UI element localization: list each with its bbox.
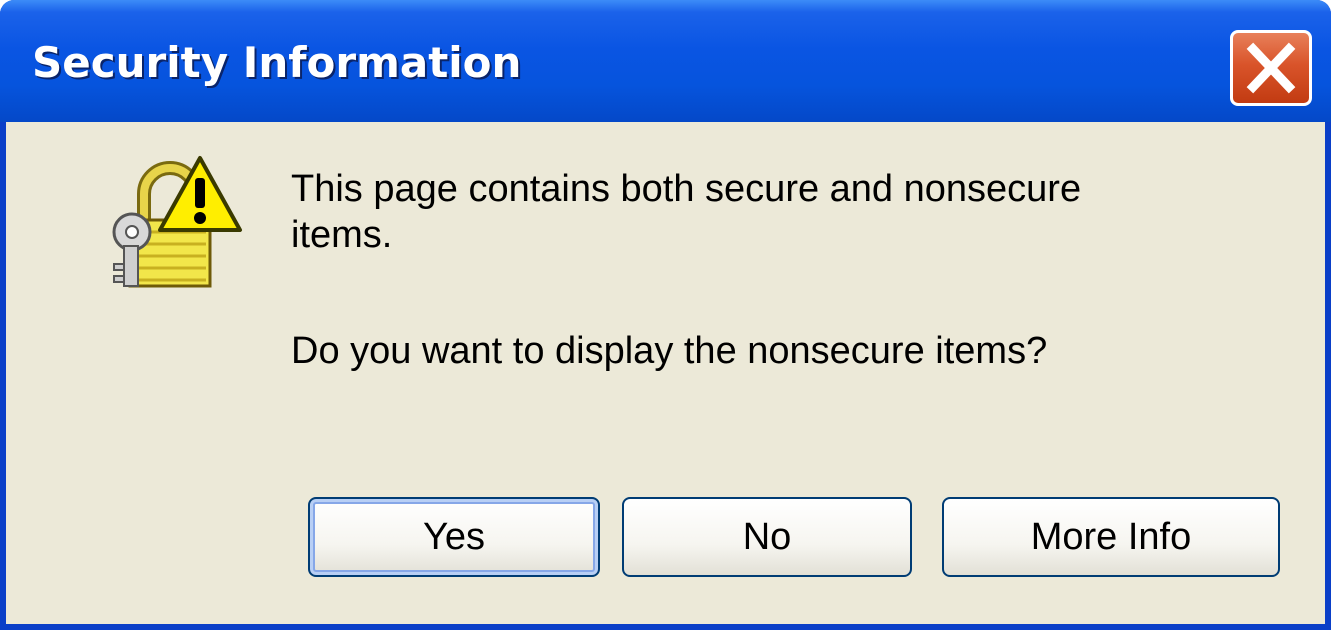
dialog-body: This page contains both secure and nonse…	[6, 122, 1325, 624]
no-button[interactable]: No	[622, 497, 912, 577]
close-button[interactable]	[1230, 30, 1312, 106]
question-text: Do you want to display the nonsecure ite…	[291, 330, 1048, 372]
window-title: Security Information	[32, 38, 522, 87]
more-info-button[interactable]: More Info	[942, 497, 1280, 577]
message-text-line2: items.	[291, 214, 393, 256]
yes-button[interactable]: Yes	[308, 497, 600, 577]
close-x-icon	[1246, 42, 1296, 94]
dialog-window: Security Information This page contains …	[0, 0, 1331, 630]
title-bar[interactable]: Security Information	[0, 0, 1331, 122]
message-text-line1: This page contains both secure and nonse…	[291, 168, 1082, 210]
padlock-warning-icon	[104, 152, 244, 292]
